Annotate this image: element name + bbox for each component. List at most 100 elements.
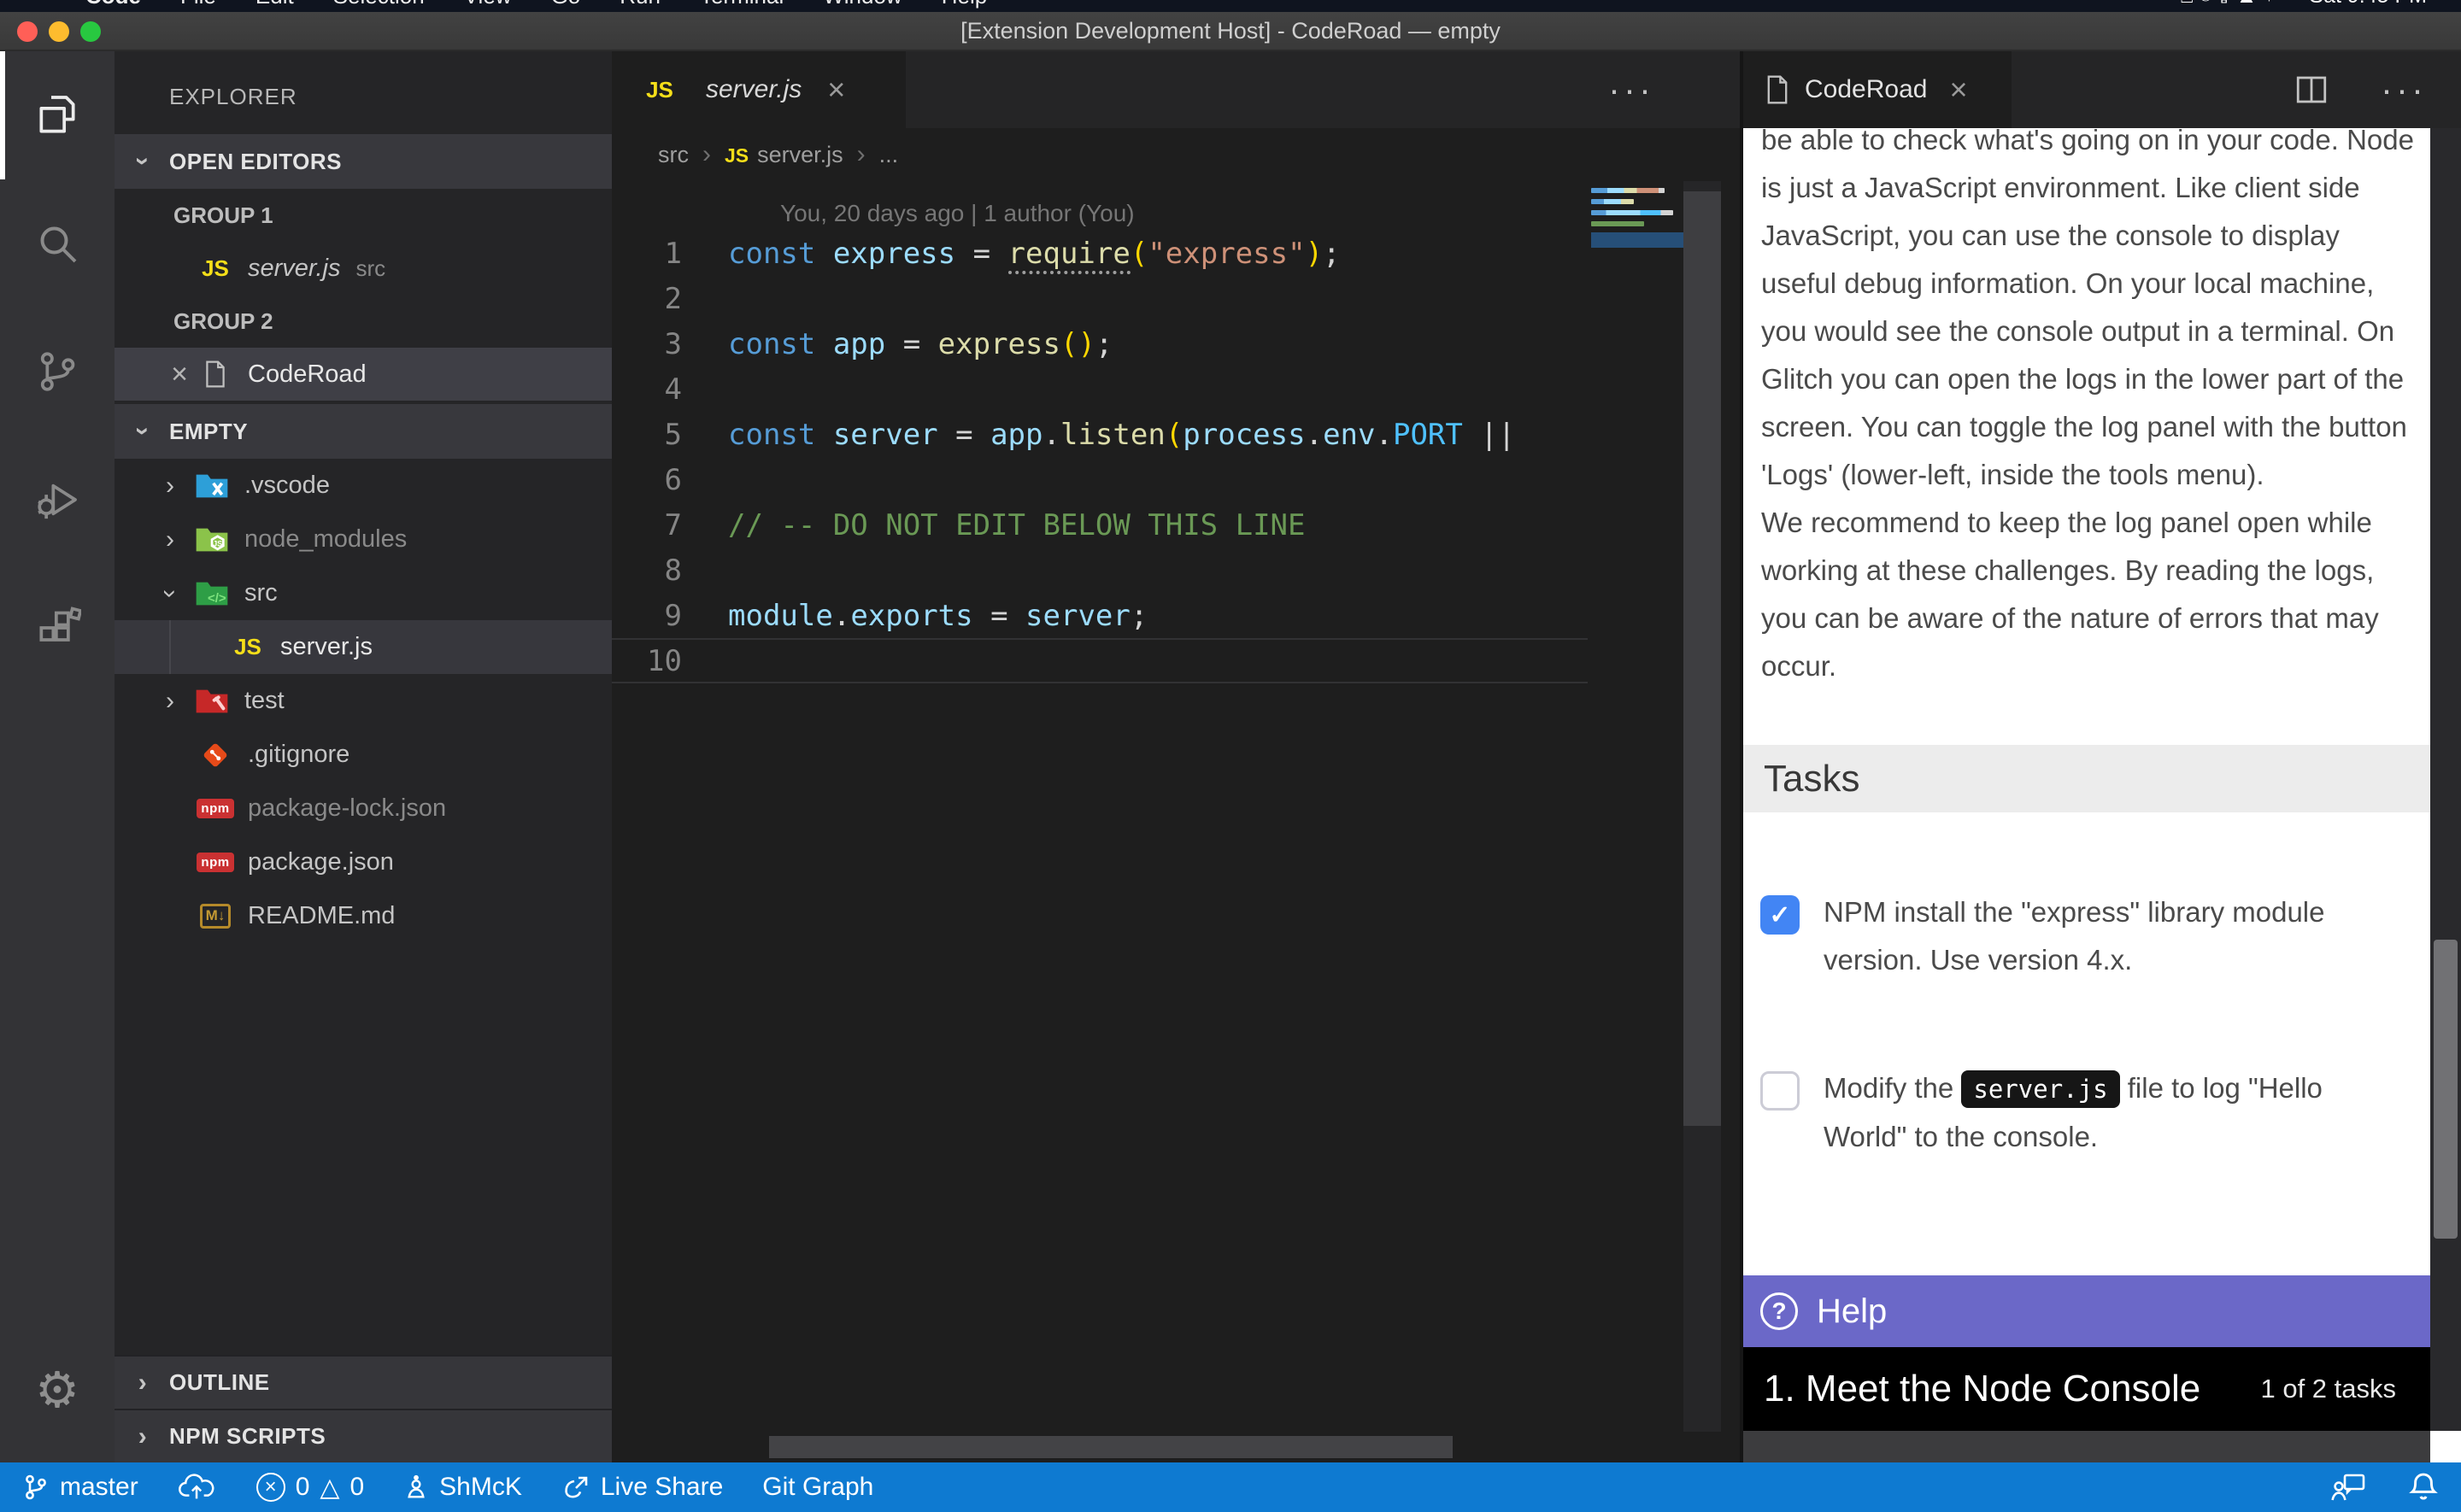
search-icon[interactable] bbox=[0, 179, 115, 308]
lesson-footer: 1. Meet the Node Console 1 of 2 tasks bbox=[1743, 1347, 2430, 1431]
activity-bar: ⚙ bbox=[0, 51, 115, 1462]
section-npm-scripts[interactable]: ›NPM SCRIPTS bbox=[115, 1409, 612, 1462]
tree-item-.vscode[interactable]: ›.vscode bbox=[115, 459, 612, 513]
code-line-2[interactable]: 2 bbox=[612, 276, 1588, 321]
status-shmck[interactable]: ShMcK bbox=[403, 1473, 522, 1502]
bell-icon bbox=[2408, 1471, 2439, 1503]
tab-server-js[interactable]: JS server.js × bbox=[612, 51, 906, 128]
close-tab-icon[interactable]: × bbox=[1949, 72, 1967, 108]
code-line-10[interactable]: 10 bbox=[612, 638, 1588, 683]
test-folder-icon bbox=[193, 687, 231, 716]
line-number: 4 bbox=[612, 372, 728, 407]
status-live-share[interactable]: Live Share bbox=[561, 1473, 723, 1502]
minimap-viewport[interactable] bbox=[1591, 232, 1683, 248]
code-line-6[interactable]: 6 bbox=[612, 457, 1588, 502]
code-line-8[interactable]: 8 bbox=[612, 548, 1588, 593]
open-editor-server.js[interactable]: JSserver.jssrc bbox=[115, 242, 612, 295]
menu-selection[interactable]: Selection bbox=[333, 0, 425, 12]
sidebar-title: EXPLORER bbox=[169, 84, 612, 110]
code-line-4[interactable]: 4 bbox=[612, 366, 1588, 412]
menu-help[interactable]: Help bbox=[942, 0, 987, 12]
gitlens-annotation: You, 20 days ago | 1 author (You) bbox=[780, 200, 1135, 227]
open-editors-header[interactable]: › OPEN EDITORS bbox=[115, 134, 612, 189]
problems-status[interactable]: ×0△0 bbox=[256, 1473, 364, 1503]
tab-coderoad[interactable]: CodeRoad × bbox=[1743, 51, 2012, 128]
editor-name: server.js bbox=[248, 255, 341, 283]
open-editor-CodeRoad[interactable]: ×CodeRoad bbox=[115, 348, 612, 401]
status-git-graph[interactable]: Git Graph bbox=[762, 1473, 873, 1502]
help-section-header[interactable]: ? Help bbox=[1743, 1275, 2430, 1347]
chevron-right-icon: › bbox=[159, 473, 181, 499]
line-number: 6 bbox=[612, 463, 728, 497]
breadcrumb-item[interactable]: JSserver.js bbox=[725, 142, 843, 168]
editor-horizontal-scrollbar[interactable] bbox=[612, 1432, 1702, 1462]
code-line-3[interactable]: 3const app = express(); bbox=[612, 321, 1588, 366]
tree-item-package-lock.json[interactable]: npmpackage-lock.json bbox=[115, 782, 612, 835]
source-control-icon[interactable] bbox=[0, 308, 115, 436]
minimap[interactable] bbox=[1591, 188, 1683, 248]
git-file-icon bbox=[197, 740, 234, 771]
code-line-5[interactable]: 5const server = app.listen(process.env.P… bbox=[612, 412, 1588, 457]
tree-item-package.json[interactable]: npmpackage.json bbox=[115, 835, 612, 889]
menu-run[interactable]: Run bbox=[620, 0, 661, 12]
menu-go[interactable]: Go bbox=[551, 0, 581, 12]
window-title: [Extension Development Host] - CodeRoad … bbox=[0, 12, 2461, 50]
tree-item-test[interactable]: ›test bbox=[115, 674, 612, 728]
menu-window[interactable]: Window bbox=[823, 0, 902, 12]
line-number: 7 bbox=[612, 508, 728, 542]
breadcrumb-item[interactable]: ... bbox=[879, 142, 899, 168]
status-master[interactable]: master bbox=[22, 1473, 138, 1502]
inline-code: server.js bbox=[1961, 1070, 2119, 1108]
lesson-title: 1. Meet the Node Console bbox=[1764, 1368, 2200, 1410]
folder-section-header[interactable]: › EMPTY bbox=[115, 404, 612, 459]
extensions-icon[interactable] bbox=[0, 564, 115, 692]
person-icon bbox=[403, 1474, 429, 1501]
status-cloud-upload[interactable] bbox=[178, 1474, 217, 1501]
live-share-icon bbox=[561, 1474, 590, 1501]
status-feedback[interactable] bbox=[2329, 1472, 2367, 1503]
close-editor-icon[interactable]: × bbox=[162, 358, 197, 391]
panel-more-actions-icon[interactable]: ··· bbox=[2381, 69, 2427, 110]
run-debug-icon[interactable] bbox=[0, 436, 115, 564]
tree-item-README.md[interactable]: M↓README.md bbox=[115, 889, 612, 943]
editor-actions-ellipsis[interactable]: ··· bbox=[1608, 51, 1654, 128]
task-checkbox-checked[interactable]: ✓ bbox=[1760, 895, 1800, 935]
lesson-paragraph: We recommend to keep the log panel open … bbox=[1761, 499, 2419, 690]
editor-group-label: GROUP 2 bbox=[115, 295, 612, 348]
code-editor[interactable]: You, 20 days ago | 1 author (You) 1const… bbox=[612, 181, 1740, 1432]
menu-code[interactable]: Code bbox=[85, 0, 141, 12]
menu-view[interactable]: View bbox=[464, 0, 512, 12]
menu-edit[interactable]: Edit bbox=[255, 0, 294, 12]
task-checkbox-unchecked[interactable] bbox=[1760, 1071, 1800, 1111]
code-line-7[interactable]: 7// -- DO NOT EDIT BELOW THIS LINE bbox=[612, 502, 1588, 548]
cloud-upload-icon bbox=[178, 1474, 217, 1501]
tasks-header: Tasks bbox=[1743, 745, 2430, 812]
tree-item-server.js[interactable]: JSserver.js bbox=[115, 620, 612, 674]
line-number: 8 bbox=[612, 554, 728, 588]
line-number: 10 bbox=[612, 644, 728, 678]
split-editor-icon[interactable] bbox=[2294, 72, 2329, 108]
explorer-icon[interactable] bbox=[0, 51, 115, 179]
menu-file[interactable]: File bbox=[180, 0, 216, 12]
code-line-9[interactable]: 9module.exports = server; bbox=[612, 593, 1588, 638]
tree-item-node_modules[interactable]: ›JSnode_modules bbox=[115, 513, 612, 566]
js-file-icon: JS bbox=[725, 144, 749, 167]
settings-gear-icon[interactable]: ⚙ bbox=[0, 1343, 115, 1437]
code-line-1[interactable]: 1const express = require("express"); bbox=[612, 231, 1588, 276]
tree-item-.gitignore[interactable]: .gitignore bbox=[115, 728, 612, 782]
menu-terminal[interactable]: Terminal bbox=[700, 0, 784, 12]
close-tab-icon[interactable]: × bbox=[827, 72, 845, 108]
tree-item-src[interactable]: ›</>src bbox=[115, 566, 612, 620]
coderoad-webview: be able to check what's going on in your… bbox=[1743, 128, 2461, 1462]
status-bell[interactable] bbox=[2408, 1471, 2439, 1503]
breadcrumb[interactable]: src›JSserver.js›... bbox=[612, 128, 1740, 181]
editor-tab-bar: JS server.js × ··· bbox=[612, 51, 1740, 128]
help-icon: ? bbox=[1760, 1292, 1798, 1330]
webview-scrollbar[interactable] bbox=[2430, 128, 2461, 1431]
vscode-folder-icon bbox=[193, 472, 231, 501]
section-outline[interactable]: ›OUTLINE bbox=[115, 1355, 612, 1409]
editor-vertical-scrollbar[interactable] bbox=[1683, 181, 1721, 1432]
breadcrumb-item[interactable]: src bbox=[658, 142, 689, 168]
editor-group-label: GROUP 1 bbox=[115, 189, 612, 242]
task-text: NPM install the "express" library module… bbox=[1824, 888, 2405, 984]
